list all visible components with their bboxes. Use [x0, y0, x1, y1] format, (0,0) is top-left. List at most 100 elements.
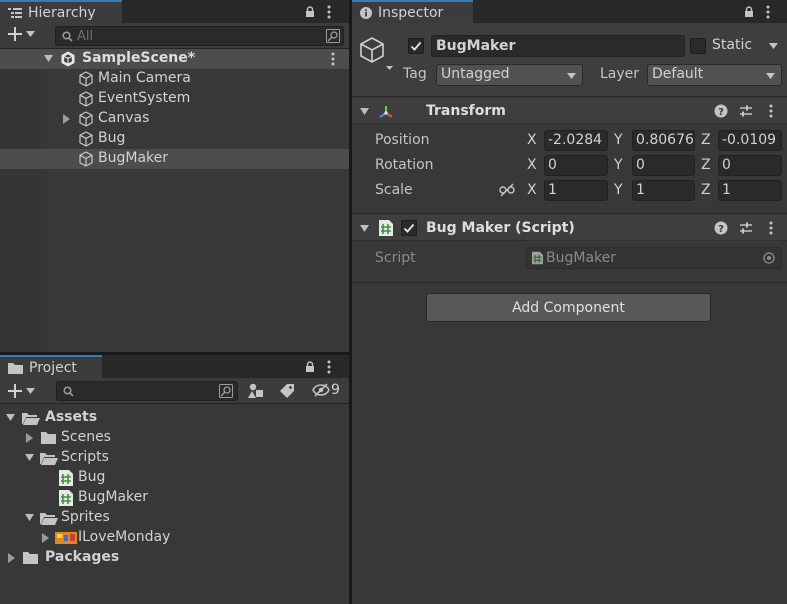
object-name-field[interactable]: BugMaker	[431, 35, 685, 57]
project-item-packages[interactable]: Packages	[0, 548, 349, 568]
kebab-menu-icon[interactable]	[327, 360, 331, 374]
hidden-packages-toggle[interactable]: 9	[312, 382, 340, 398]
help-icon[interactable]: ?	[714, 221, 728, 235]
inspector-tab[interactable]: Inspector	[352, 0, 473, 23]
position-y-field[interactable]: 0.80676	[632, 130, 695, 151]
expand-arrow-down-icon[interactable]	[44, 55, 53, 63]
hierarchy-tab[interactable]: Hierarchy	[0, 0, 122, 23]
project-search-field[interactable]	[56, 381, 238, 401]
project-item-scripts[interactable]: Scripts	[0, 448, 349, 468]
rotation-x-value: 0	[548, 157, 557, 173]
script-value: BugMaker	[546, 250, 616, 266]
object-picker-target-icon[interactable]	[763, 252, 775, 264]
scale-z-field[interactable]: 1	[718, 180, 782, 201]
add-component-button[interactable]: Add Component	[426, 293, 711, 322]
lock-icon[interactable]	[305, 5, 315, 18]
hierarchy-item-bug[interactable]: Bug	[0, 129, 349, 149]
hidden-count: 9	[331, 382, 340, 398]
scale-x-field[interactable]: 1	[544, 180, 608, 201]
horizontal-divider[interactable]	[0, 352, 349, 355]
expand-arrow-down-icon[interactable]	[25, 454, 34, 462]
gameobject-icon-picker[interactable]	[359, 36, 393, 72]
rotation-z-field[interactable]: 0	[718, 155, 782, 176]
project-tab[interactable]: Project	[0, 355, 102, 378]
expand-arrow-down-icon[interactable]	[6, 414, 15, 422]
expand-arrow-right-icon[interactable]	[26, 433, 33, 443]
position-z-field[interactable]: -0.0109	[718, 130, 782, 151]
inspector-panel: Inspector BugMaker Static Tag Untagged L…	[352, 0, 787, 604]
position-z-value: -0.0109	[722, 132, 777, 148]
search-icon	[62, 30, 73, 42]
project-create-dropdown-button[interactable]	[8, 384, 35, 398]
search-placeholder: All	[77, 28, 94, 44]
project-item-sprites[interactable]: Sprites	[0, 508, 349, 528]
add-component-label: Add Component	[512, 299, 625, 316]
layer-dropdown[interactable]: Default	[647, 64, 782, 86]
create-dropdown-button[interactable]	[8, 27, 35, 41]
position-x-field[interactable]: -2.0284	[544, 130, 608, 151]
lock-icon[interactable]	[305, 360, 315, 373]
hierarchy-search-field[interactable]: All	[55, 26, 344, 46]
hierarchy-list-icon	[8, 7, 22, 19]
rotation-y-field[interactable]: 0	[632, 155, 695, 176]
scene-kebab-menu-icon[interactable]	[331, 52, 335, 66]
filter-by-type-icon[interactable]	[248, 383, 264, 399]
component-kebab-menu-icon[interactable]	[769, 104, 773, 118]
transform-header[interactable]: Transform ?	[352, 98, 787, 124]
script-object-field[interactable]: BugMaker	[526, 247, 782, 269]
project-item-assets[interactable]: Assets	[0, 408, 349, 428]
filter-by-label-icon[interactable]	[280, 383, 295, 398]
expand-arrow-right-icon[interactable]	[8, 553, 15, 563]
hierarchy-toolbar: All	[0, 23, 349, 49]
lock-icon[interactable]	[744, 5, 754, 18]
static-checkbox[interactable]	[690, 38, 706, 54]
rotation-x-field[interactable]: 0	[544, 155, 608, 176]
foldout-arrow-down-icon[interactable]	[360, 225, 369, 233]
project-item-label: Sprites	[61, 509, 110, 525]
project-tree: Assets Scenes Scripts Bug BugMaker Sprit…	[0, 408, 349, 604]
kebab-menu-icon[interactable]	[766, 5, 770, 19]
constrain-proportions-link-icon[interactable]	[499, 183, 515, 197]
kebab-menu-icon[interactable]	[327, 5, 331, 19]
expand-arrow-right-icon[interactable]	[63, 114, 70, 124]
search-by-type-icon[interactable]	[326, 29, 340, 43]
hierarchy-item-bugmaker[interactable]: BugMaker	[0, 149, 349, 169]
vertical-divider[interactable]	[349, 0, 352, 604]
folder-icon	[8, 362, 23, 374]
search-by-type-icon[interactable]	[219, 384, 233, 398]
preset-sliders-icon[interactable]	[739, 104, 753, 118]
foldout-arrow-down-icon[interactable]	[360, 108, 369, 116]
expand-arrow-right-icon[interactable]	[42, 533, 49, 543]
info-icon	[360, 6, 372, 19]
inspector-tabbar: Inspector	[352, 0, 787, 23]
inspector-tab-label: Inspector	[378, 4, 444, 21]
preset-sliders-icon[interactable]	[739, 221, 753, 235]
script-component-header[interactable]: Bug Maker (Script) ?	[352, 215, 787, 241]
plus-icon	[8, 27, 22, 41]
script-enabled-checkbox[interactable]	[401, 220, 417, 236]
hierarchy-item-canvas[interactable]: Canvas	[0, 109, 349, 129]
project-item-bugmaker-script[interactable]: BugMaker	[0, 488, 349, 508]
hierarchy-item-eventsystem[interactable]: EventSystem	[0, 89, 349, 109]
chevron-down-icon	[567, 73, 576, 79]
project-item-scenes[interactable]: Scenes	[0, 428, 349, 448]
static-dropdown-chevron-icon[interactable]	[769, 43, 778, 49]
project-toolbar: 9	[0, 378, 349, 404]
script-component-title: Bug Maker (Script)	[426, 220, 575, 236]
project-item-bug-script[interactable]: Bug	[0, 468, 349, 488]
project-item-ilovemonday[interactable]: ILoveMonday	[0, 528, 349, 548]
csharp-script-icon	[59, 470, 73, 486]
scene-row[interactable]: SampleScene*	[0, 49, 349, 69]
help-icon[interactable]: ?	[714, 104, 728, 118]
position-y-value: 0.80676	[636, 132, 694, 148]
scene-name: SampleScene*	[82, 50, 196, 66]
tag-dropdown[interactable]: Untagged	[436, 64, 583, 86]
component-kebab-menu-icon[interactable]	[769, 221, 773, 235]
hierarchy-item-main-camera[interactable]: Main Camera	[0, 69, 349, 89]
scale-y-field[interactable]: 1	[632, 180, 695, 201]
expand-arrow-down-icon[interactable]	[25, 514, 34, 522]
gameobject-cube-icon	[78, 111, 94, 127]
scale-row: Scale X 1 Y 1 Z 1	[352, 179, 787, 201]
eye-slash-icon	[312, 383, 330, 397]
active-checkbox[interactable]	[408, 38, 424, 54]
